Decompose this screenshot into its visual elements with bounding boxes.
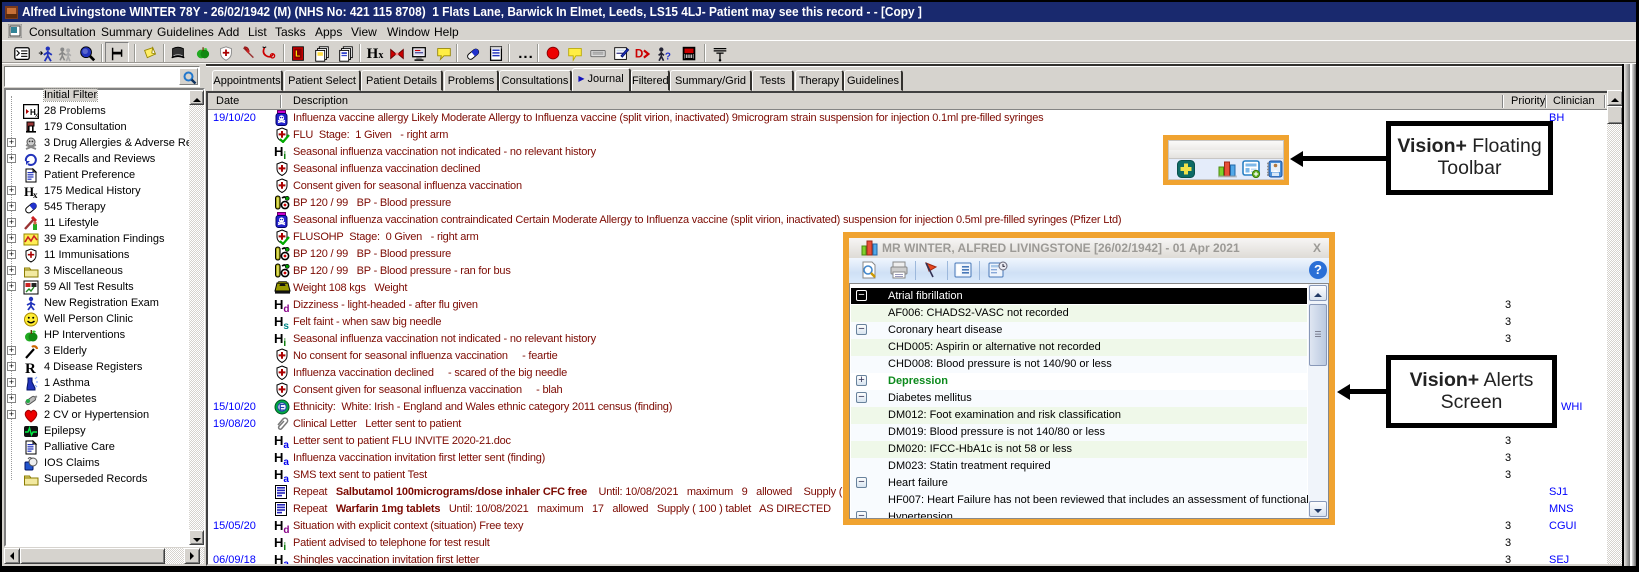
svg-text:?: ? <box>665 51 671 62</box>
svg-text:L: L <box>295 50 300 59</box>
svg-text:D: D <box>635 48 643 61</box>
svg-text:x: x <box>35 113 38 119</box>
svg-text:E: E <box>279 402 285 412</box>
svg-text:R: R <box>25 361 36 375</box>
svg-text:x: x <box>33 190 38 199</box>
